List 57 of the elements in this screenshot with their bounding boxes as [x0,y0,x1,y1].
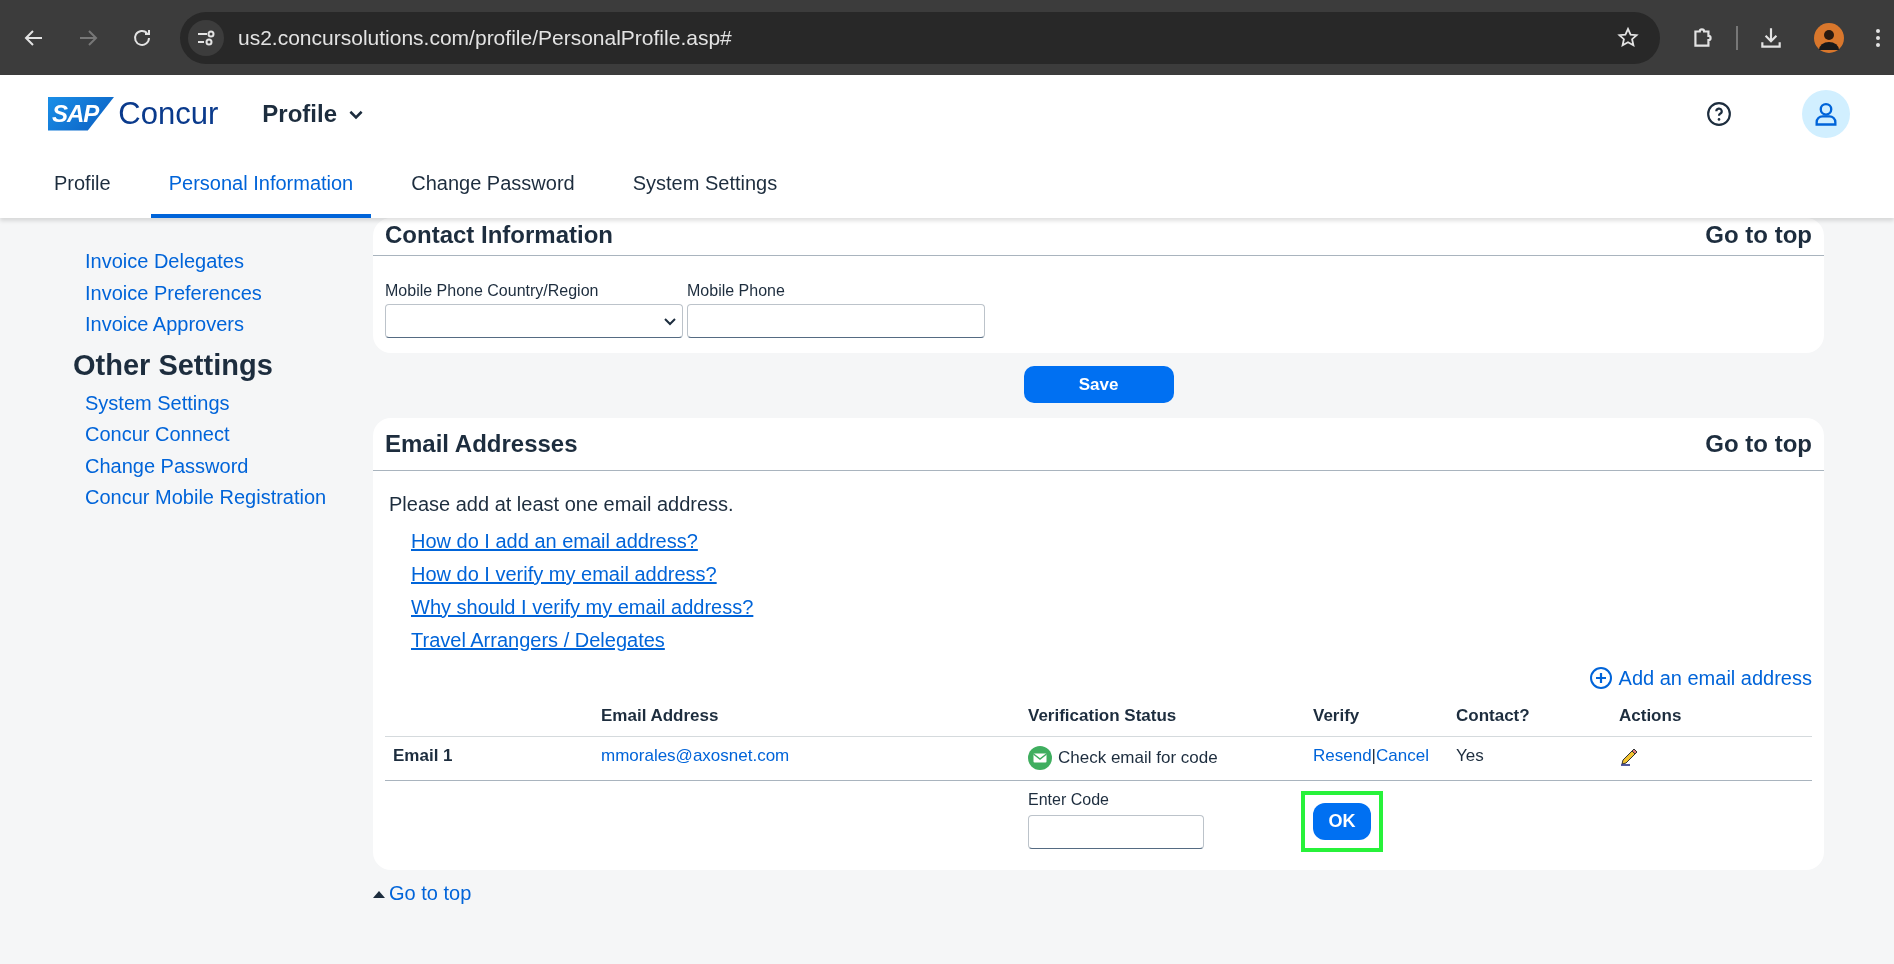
sidebar-link[interactable]: Invoice Preferences [85,277,262,309]
help-link[interactable]: How do I add an email address? [411,530,698,553]
bookmark-star-icon[interactable] [1616,25,1640,50]
envelope-icon [1028,746,1052,770]
field-label: Mobile Phone [687,282,786,300]
separator: | [1371,746,1377,765]
avatar-icon[interactable] [1814,22,1844,53]
help-link[interactable]: Why should I verify my email address? [411,596,754,619]
row-label: Email 1 [392,746,454,766]
address-bar[interactable]: us2.concursolutions.com/profile/PersonalProfile.asp# [180,11,1660,64]
phone-field[interactable] [687,304,985,338]
resend-link[interactable]: Resend [1313,746,1372,765]
column-header: Actions [1618,706,1683,726]
save-button[interactable]: Save [1023,366,1174,403]
column-header: Contact? [1456,706,1531,726]
sidebar-link[interactable]: Concur Mobile Registration [85,482,327,514]
site-settings-icon[interactable] [188,19,224,56]
column-header: Verification Status [1028,706,1178,726]
logo-badge: SAP [48,96,115,131]
nav-tab[interactable]: System Settings [614,152,796,218]
sidebar-link[interactable]: Concur Connect [85,419,230,451]
sidebar-heading: Other Settings [73,348,273,382]
field-label: Enter Code [1028,791,1110,809]
section-title: Contact Information [385,221,613,249]
email-link[interactable]: mmorales@axosnet.com [601,746,1028,766]
section-title: Email Addresses [385,430,578,458]
logo-text: Concur [118,95,219,132]
pencil-icon[interactable] [1619,746,1639,766]
sidebar-link[interactable]: Invoice Delegates [85,246,244,278]
contact-value: Yes [1456,746,1485,766]
field-label: Mobile Phone Country/Region [385,282,600,300]
sidebar-link[interactable]: Invoice Approvers [85,309,244,341]
add-email-link[interactable]: Add an email address [1588,666,1812,690]
country-select[interactable] [385,304,683,338]
help-link[interactable]: How do I verify my email address? [411,563,717,586]
nav-tab[interactable]: Change Password [393,152,593,218]
user-button[interactable] [1802,89,1850,138]
cancel-link[interactable]: Cancel [1376,746,1429,765]
help-icon[interactable] [1706,100,1732,127]
go-to-top-link[interactable]: Go to top [1705,221,1812,249]
profile-menu[interactable]: Profile [262,99,365,128]
ok-button[interactable]: OK [1313,803,1371,840]
intro-text: Please add at least one email address. [389,493,735,516]
nav-tab[interactable]: Profile [36,152,129,218]
plus-circle-icon [1588,666,1613,690]
nav-tab[interactable]: Personal Information [150,152,372,218]
caret-up-icon [373,889,385,898]
code-field[interactable] [1028,815,1204,849]
column-header: Email Address [601,706,720,726]
sidebar-link[interactable]: Change Password [85,450,249,482]
sidebar-link[interactable]: System Settings [85,387,230,419]
go-to-top-link[interactable]: Go to top [1705,430,1812,458]
status-text: Check email for code [1058,748,1218,768]
go-to-top-link[interactable]: Go to top [373,882,472,905]
url-text: us2.concursolutions.com/profile/PersonalProfile.asp# [238,25,733,50]
column-header: Verify [1313,706,1361,726]
help-link[interactable]: Travel Arrangers / Delegates [411,629,665,652]
